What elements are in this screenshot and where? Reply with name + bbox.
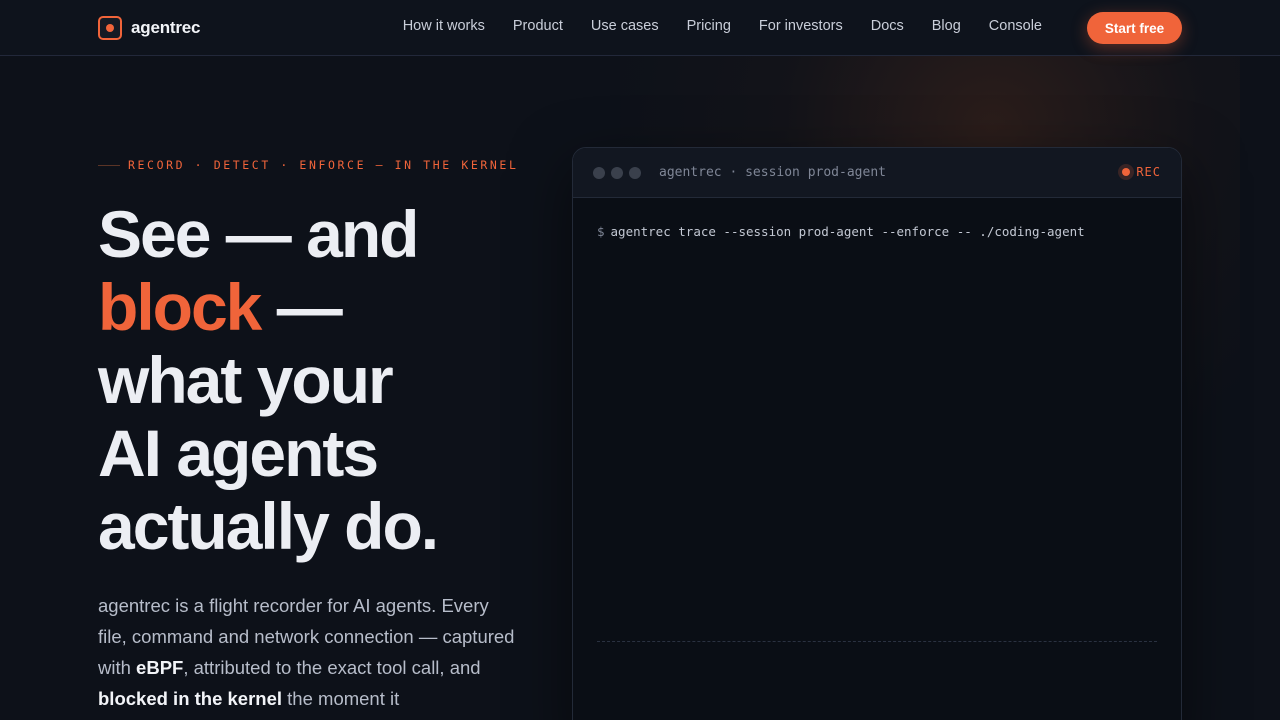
lede-bold-ebpf: eBPF <box>136 657 184 678</box>
terminal-command-line: $ agentrec trace --session prod-agent --e… <box>597 224 1085 239</box>
nav-link-product[interactable]: Product <box>513 18 563 34</box>
eyebrow-text: RECORD · DETECT · ENFORCE — IN THE KERNE… <box>128 158 519 172</box>
lede-bold-kernel: blocked in the kernel <box>98 688 283 709</box>
terminal-prompt: $ <box>597 224 605 239</box>
recording-dot-icon <box>1122 168 1131 176</box>
terminal-divider <box>597 641 1157 642</box>
terminal-command: agentrec trace --session prod-agent --en… <box>610 224 1085 239</box>
headline-line-1: See — and <box>98 197 419 271</box>
nav-link-blog[interactable]: Blog <box>932 18 961 34</box>
hero-lede: agentrec is a flight recorder for AI age… <box>98 590 518 714</box>
terminal-title: agentrec · session prod-agent <box>659 165 886 180</box>
nav-links: How it works Product Use cases Pricing F… <box>375 18 1042 34</box>
headline-line-2-rest: — <box>260 270 343 344</box>
nav-link-for-investors[interactable]: For investors <box>759 18 843 34</box>
window-dot-icon <box>611 167 623 179</box>
lede-text-2: , attributed to the exact tool call, and <box>183 657 481 678</box>
headline-line-5: actually do. <box>98 489 439 563</box>
recording-label: REC <box>1136 165 1161 179</box>
window-dot-icon <box>593 167 605 179</box>
start-free-button[interactable]: Start free <box>1087 12 1182 44</box>
window-controls <box>593 167 641 179</box>
record-icon <box>98 16 122 40</box>
terminal-window: agentrec · session prod-agent REC $ agent… <box>572 147 1182 720</box>
eyebrow-rule <box>98 164 120 166</box>
nav-link-console[interactable]: Console <box>989 18 1042 34</box>
top-nav: agentrec How it works Product Use cases … <box>0 0 1280 56</box>
recording-badge: REC <box>1122 165 1161 179</box>
nav-link-docs[interactable]: Docs <box>871 18 904 34</box>
hero-eyebrow: RECORD · DETECT · ENFORCE — IN THE KERNE… <box>98 158 518 172</box>
brand-name: agentrec <box>131 18 201 37</box>
nav-link-use-cases[interactable]: Use cases <box>591 18 659 34</box>
hero-headline: See — and block — what your AI agents ac… <box>98 198 568 563</box>
brand-logo[interactable]: agentrec <box>98 16 200 40</box>
headline-accent: block <box>98 270 262 344</box>
headline-line-3: what your <box>98 343 394 417</box>
nav-link-pricing[interactable]: Pricing <box>687 18 731 34</box>
lede-text-3: the moment it <box>282 688 400 709</box>
nav-link-how-it-works[interactable]: How it works <box>403 18 485 34</box>
window-dot-icon <box>629 167 641 179</box>
headline-line-4: AI agents <box>98 416 379 490</box>
terminal-titlebar: agentrec · session prod-agent REC <box>573 148 1181 198</box>
